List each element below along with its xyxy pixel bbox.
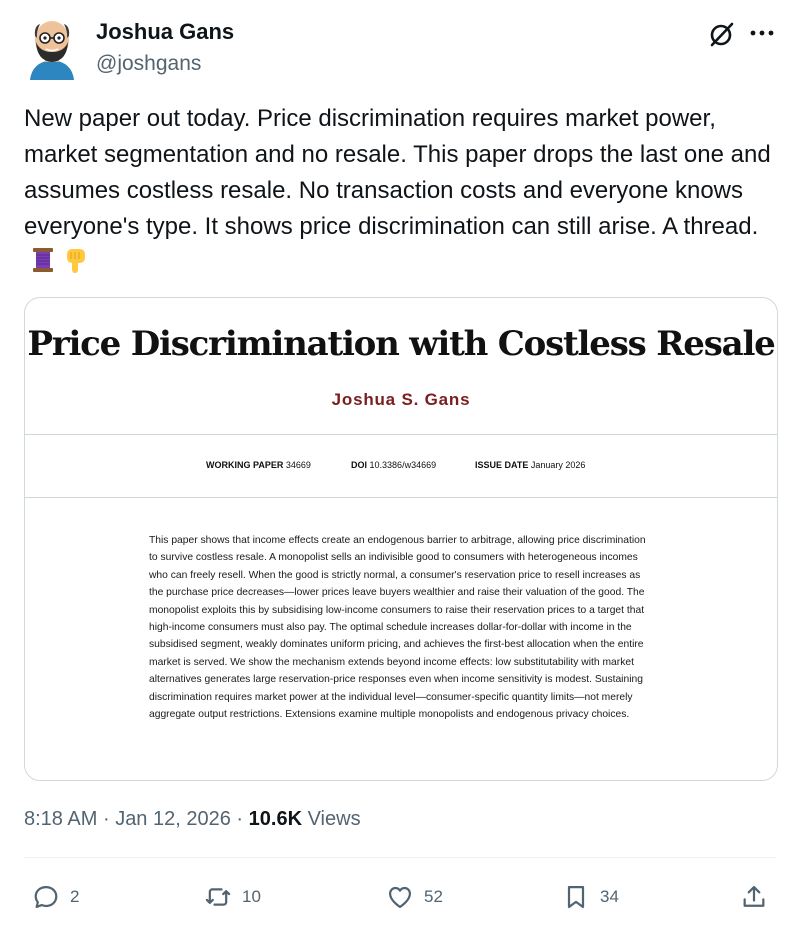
issue-date-value: January 2026	[530, 460, 586, 470]
working-paper-meta: WORKING PAPER 34669	[206, 460, 311, 470]
doi-value: 10.3386/w34669	[369, 460, 437, 470]
meta-separator: ·	[102, 808, 110, 830]
tweet-body: New paper out today. Price discriminatio…	[24, 105, 771, 240]
more-options-icon[interactable]	[748, 22, 776, 44]
share-icon	[743, 885, 765, 907]
reply-icon	[34, 885, 58, 909]
reply-button[interactable]: 2	[32, 880, 79, 914]
avatar[interactable]	[24, 16, 80, 80]
heart-icon	[388, 886, 412, 909]
views-label: Views	[307, 808, 361, 830]
repost-count: 10	[242, 887, 261, 906]
repost-button[interactable]: 10	[204, 880, 261, 914]
author-name[interactable]: Joshua Gans	[96, 19, 234, 45]
thread-spool-icon	[30, 246, 56, 274]
author-handle[interactable]: @joshgans	[96, 52, 201, 76]
grok-icon[interactable]	[706, 19, 736, 49]
paper-card[interactable]: Price Discrimination with Costless Resal…	[24, 297, 778, 781]
paper-abstract: This paper shows that income effects cre…	[149, 535, 646, 721]
paper-title: Price Discrimination with Costless Resal…	[27, 324, 775, 364]
pointing-down-icon	[62, 246, 88, 274]
card-divider	[25, 497, 777, 498]
doi-label: DOI	[351, 460, 368, 470]
like-button[interactable]: 52	[386, 880, 443, 914]
paper-author: Joshua S. Gans	[331, 390, 471, 409]
issue-date-meta: ISSUE DATE January 2026	[475, 460, 585, 470]
doi-meta: DOI 10.3386/w34669	[351, 460, 436, 470]
post-date[interactable]: Jan 12, 2026	[115, 808, 231, 830]
views-count: 10.6K	[248, 808, 303, 830]
post-meta: 8:18 AM · Jan 12, 2026 · 10.6K Views	[24, 808, 361, 831]
tweet-text: New paper out today. Price discriminatio…	[24, 101, 784, 281]
issue-date-label: ISSUE DATE	[475, 460, 529, 470]
repost-icon	[205, 888, 231, 906]
divider	[24, 857, 776, 858]
like-count: 52	[424, 887, 443, 906]
meta-separator: ·	[236, 808, 244, 830]
bookmark-icon	[567, 885, 585, 909]
bookmark-button[interactable]: 34	[562, 880, 619, 914]
cartoon-avatar-icon	[30, 21, 74, 80]
card-divider	[25, 434, 777, 435]
bookmark-count: 34	[600, 887, 619, 906]
share-button[interactable]	[740, 880, 768, 914]
working-paper-label: WORKING PAPER	[206, 460, 284, 470]
post-time[interactable]: 8:18 AM	[24, 808, 97, 830]
working-paper-value: 34669	[285, 460, 311, 470]
reply-count: 2	[70, 887, 80, 906]
